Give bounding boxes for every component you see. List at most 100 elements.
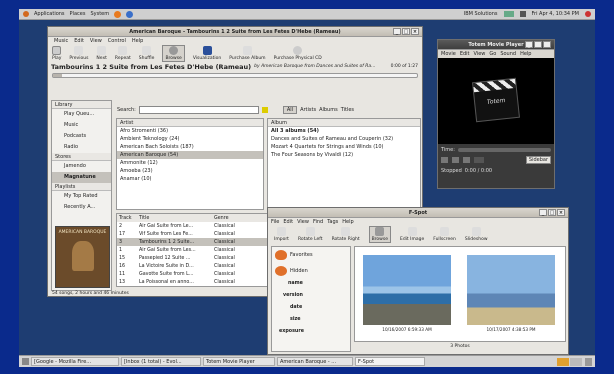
firefox-launcher-icon[interactable] <box>114 10 122 18</box>
slideshow-button[interactable]: Slideshow <box>465 227 488 242</box>
sidebar-item-jamendo[interactable]: Jamendo <box>52 161 111 172</box>
menu-help[interactable]: Help <box>132 38 143 44</box>
search-input[interactable] <box>138 106 259 114</box>
next-icon[interactable] <box>463 157 470 163</box>
list-item[interactable]: Mozart 4 Quartets for Strings and Winds … <box>268 143 420 151</box>
list-item[interactable]: American Bach Soloists (187) <box>117 143 263 151</box>
workspace-1[interactable] <box>557 357 569 366</box>
photo-thumbnail[interactable] <box>363 255 451 325</box>
list-item[interactable]: Afro Stromenti (36) <box>117 127 263 135</box>
sidebar-item-radio[interactable]: Radio <box>52 142 111 153</box>
table-row[interactable]: 2Air Gai Suite from Le...ClassicalAm <box>117 222 291 230</box>
table-row[interactable]: 11Gavotte Suite from L...ClassicalAm <box>117 270 291 278</box>
places-menu[interactable]: Places <box>70 11 86 17</box>
fspot-title-bar[interactable]: F-Spot _ □ × <box>268 208 568 218</box>
menu-view[interactable]: View <box>90 38 102 44</box>
totem-title-bar[interactable]: Totem Movie Player _ □ × <box>438 40 554 50</box>
taskbar-item-firefox[interactable]: [Google - Mozilla Fire... <box>31 357 119 366</box>
purchase-album-button[interactable]: Purchase Album <box>229 46 266 61</box>
menu-view[interactable]: View <box>297 219 309 225</box>
taskbar-item-rhythmbox[interactable]: American Baroque - ... <box>277 357 353 366</box>
seek-handle[interactable] <box>53 74 62 77</box>
volume-icon[interactable] <box>519 11 526 17</box>
table-row[interactable]: 3Tambourins 1 2 Suite...ClassicalAm <box>117 238 291 246</box>
taskbar-item-evolution[interactable]: [Inbox (1 total) - Evol... <box>121 357 201 366</box>
menu-file[interactable]: File <box>271 219 279 225</box>
visualization-button[interactable]: Visualization <box>193 46 221 61</box>
menu-control[interactable]: Control <box>108 38 126 44</box>
col-track[interactable]: Track <box>117 214 137 222</box>
rhythmbox-title-bar[interactable]: American Baroque - Tambourins 1 2 Suite … <box>48 27 422 37</box>
menu-view[interactable]: View <box>474 51 486 57</box>
maximize-button[interactable]: □ <box>548 209 556 216</box>
list-item[interactable]: Anamar (10) <box>117 175 263 183</box>
close-button[interactable]: × <box>557 209 565 216</box>
list-item[interactable]: Amoeba (23) <box>117 167 263 175</box>
close-button[interactable]: × <box>411 28 419 35</box>
photo-thumbnail[interactable] <box>467 255 555 325</box>
help-icon[interactable] <box>126 10 134 18</box>
artist-column-header[interactable]: Artist <box>117 119 263 127</box>
tag-favorites[interactable]: Favorites <box>272 247 350 263</box>
minimize-button[interactable]: _ <box>393 28 401 35</box>
volume-icon[interactable] <box>474 157 484 163</box>
play-icon[interactable] <box>452 157 459 163</box>
minimize-button[interactable]: _ <box>525 41 533 48</box>
fullscreen-button[interactable]: Fullscreen <box>433 227 456 242</box>
user-name[interactable]: IBM Solutions <box>464 11 498 17</box>
album-column-header[interactable]: Album <box>268 119 420 127</box>
clock[interactable]: Fri Apr 4, 10:34 PM <box>532 11 579 17</box>
col-title[interactable]: Title <box>137 214 212 222</box>
menu-edit[interactable]: Edit <box>283 219 293 225</box>
play-button[interactable]: Play <box>52 46 61 61</box>
filter-titles-button[interactable]: Titles <box>341 107 354 113</box>
sidebar-item-recently-added[interactable]: Recently A... <box>52 202 111 213</box>
list-item[interactable]: Dances and Suites of Rameau and Couperin… <box>268 135 420 143</box>
repeat-button[interactable]: Repeat <box>115 46 131 61</box>
seek-slider[interactable] <box>52 73 418 78</box>
previous-icon[interactable] <box>441 157 448 163</box>
sidebar-item-podcasts[interactable]: Podcasts <box>52 131 111 142</box>
menu-edit[interactable]: Edit <box>74 38 84 44</box>
taskbar-item-fspot[interactable]: F-Spot <box>355 357 425 366</box>
applications-menu[interactable]: Applications <box>34 11 65 17</box>
rotate-left-button[interactable]: Rotate Left <box>298 227 323 242</box>
ubuntu-logo-icon[interactable] <box>23 11 29 17</box>
tag-hidden[interactable]: Hidden <box>272 263 350 279</box>
table-row[interactable]: 13La Poissonal en anno...ClassicalAm <box>117 278 291 286</box>
next-button[interactable]: Next <box>96 46 107 61</box>
menu-sound[interactable]: Sound <box>500 51 516 57</box>
menu-tags[interactable]: Tags <box>327 219 338 225</box>
workspace-2[interactable] <box>570 357 582 366</box>
edit-image-button[interactable]: Edit Image <box>400 227 424 242</box>
filter-all-button[interactable]: All <box>282 106 298 114</box>
menu-find[interactable]: Find <box>313 219 323 225</box>
sidebar-item-top-rated[interactable]: My Top Rated <box>52 191 111 202</box>
minimize-button[interactable]: _ <box>539 209 547 216</box>
clear-search-icon[interactable] <box>261 107 268 113</box>
import-button[interactable]: Import <box>274 227 289 242</box>
filter-albums-button[interactable]: Albums <box>319 107 338 113</box>
col-genre[interactable]: Genre <box>212 214 272 222</box>
sidebar-item-magnatune[interactable]: Magnatune <box>52 172 111 183</box>
filter-artists-button[interactable]: Artists <box>300 107 316 113</box>
close-button[interactable]: × <box>543 41 551 48</box>
table-row[interactable]: 1Air Gai Suite from Les...ClassicalAm <box>117 246 291 254</box>
table-row[interactable]: 17Vif Suite from Les Fe...ClassicalAm <box>117 230 291 238</box>
show-desktop-icon[interactable] <box>22 358 29 365</box>
sidebar-item-play-queue[interactable]: Play Queu... <box>52 109 111 120</box>
list-item[interactable]: American Baroque (54) <box>117 151 263 159</box>
browse-button[interactable]: Browse <box>162 45 185 62</box>
menu-edit[interactable]: Edit <box>460 51 470 57</box>
shuffle-button[interactable]: Shuffle <box>139 46 154 61</box>
menu-movie[interactable]: Movie <box>441 51 456 57</box>
system-menu[interactable]: System <box>90 11 109 17</box>
video-area[interactable]: Totem <box>438 58 554 144</box>
table-row[interactable]: 15Passepied 12 Suite ...ClassicalAm <box>117 254 291 262</box>
sidebar-item-music[interactable]: Music <box>52 120 111 131</box>
previous-button[interactable]: Previous <box>69 46 88 61</box>
workspace-switcher[interactable] <box>557 357 595 366</box>
taskbar-item-totem[interactable]: Totem Movie Player <box>203 357 275 366</box>
table-row[interactable]: 16La Victoire Suite in D...ClassicalAm <box>117 262 291 270</box>
power-icon[interactable] <box>585 11 591 17</box>
